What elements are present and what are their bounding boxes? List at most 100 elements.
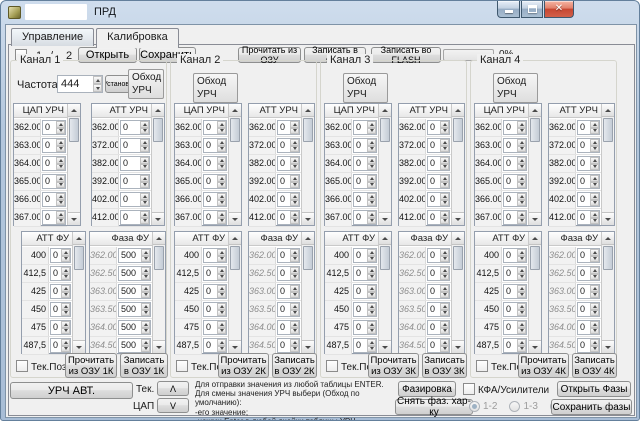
scroll-up-icon[interactable]: [529, 104, 541, 117]
spinner-down-button[interactable]: [217, 163, 226, 170]
value-spinner[interactable]: 0: [42, 156, 66, 171]
value-spinner[interactable]: 0: [427, 192, 450, 207]
table-scrollbar[interactable]: [378, 232, 391, 353]
read-ram-channel-button[interactable]: Прочитать из ОЗУ 4К: [518, 353, 569, 378]
scroll-thumb[interactable]: [69, 118, 79, 142]
scroll-down-icon[interactable]: [379, 212, 391, 225]
scroll-thumb[interactable]: [603, 118, 613, 142]
close-button[interactable]: ✕: [544, 1, 574, 18]
value-spinner[interactable]: 0: [577, 192, 600, 207]
value-spinner[interactable]: 0: [203, 266, 227, 281]
scroll-thumb[interactable]: [530, 246, 540, 270]
take-phase-characteristic-button[interactable]: Снять фаз. хар-ку: [395, 396, 473, 418]
table-scrollbar[interactable]: [152, 232, 165, 353]
scroll-thumb[interactable]: [453, 118, 463, 142]
radio-1-3[interactable]: 1-3: [509, 401, 538, 412]
table-scrollbar[interactable]: [451, 104, 464, 225]
value-spinner[interactable]: 0: [503, 174, 527, 189]
value-spinner[interactable]: 0: [427, 284, 450, 299]
value-spinner[interactable]: 0: [50, 248, 71, 263]
spinner-down-button[interactable]: [517, 273, 526, 280]
read-ram-channel-button[interactable]: Прочитать из ОЗУ 2К: [218, 353, 269, 378]
scroll-thumb[interactable]: [603, 246, 613, 270]
spinner-down-button[interactable]: [217, 145, 226, 152]
value-spinner[interactable]: 0: [577, 320, 600, 335]
value-spinner[interactable]: 0: [503, 210, 527, 225]
spinner-down-button[interactable]: [367, 273, 376, 280]
spinner-down-button[interactable]: [367, 255, 376, 262]
scroll-down-icon[interactable]: [602, 212, 614, 225]
value-spinner[interactable]: 0: [203, 192, 227, 207]
value-spinner[interactable]: 0: [353, 192, 377, 207]
value-spinner[interactable]: 0: [42, 138, 66, 153]
current-position-checkbox[interactable]: Тек.Поз.: [16, 360, 69, 373]
spinner-down-button[interactable]: [517, 199, 526, 206]
value-spinner[interactable]: 0: [427, 156, 450, 171]
spinner-down-button[interactable]: [367, 327, 376, 334]
spinner-down-button[interactable]: [440, 291, 449, 298]
spinner-down-button[interactable]: [367, 163, 376, 170]
value-spinner[interactable]: 0: [503, 120, 527, 135]
value-spinner[interactable]: 500: [118, 266, 151, 281]
minimize-button[interactable]: [497, 1, 520, 18]
value-spinner[interactable]: 0: [42, 120, 66, 135]
scroll-down-icon[interactable]: [73, 340, 85, 353]
value-spinner[interactable]: 0: [277, 302, 300, 317]
spinner-down-button[interactable]: [590, 163, 599, 170]
spinner-down-button[interactable]: [440, 127, 449, 134]
spinner-down-button[interactable]: [61, 291, 70, 298]
value-spinner[interactable]: 0: [577, 248, 600, 263]
value-spinner[interactable]: 0: [577, 210, 600, 225]
spinner-down-button[interactable]: [217, 199, 226, 206]
value-spinner[interactable]: 0: [503, 266, 527, 281]
spinner-down-button[interactable]: [217, 217, 226, 224]
value-spinner[interactable]: 0: [503, 192, 527, 207]
spinner-down-button[interactable]: [141, 309, 150, 316]
spinner-down-button[interactable]: [290, 309, 299, 316]
spinner-down-button[interactable]: [140, 163, 149, 170]
spinner-down-button[interactable]: [440, 217, 449, 224]
scroll-down-icon[interactable]: [68, 212, 80, 225]
scroll-thumb[interactable]: [74, 246, 84, 270]
spinner-down-button[interactable]: [440, 255, 449, 262]
table-scrollbar[interactable]: [601, 104, 614, 225]
spinner-down-button[interactable]: [217, 127, 226, 134]
spinner-down-button[interactable]: [140, 181, 149, 188]
spinner-down-button[interactable]: [367, 217, 376, 224]
value-spinner[interactable]: 0: [203, 248, 227, 263]
scroll-up-icon[interactable]: [379, 232, 391, 245]
table-scrollbar[interactable]: [301, 104, 314, 225]
table-scrollbar[interactable]: [151, 104, 164, 225]
spinner-down-button[interactable]: [290, 217, 299, 224]
tab-upravlenie[interactable]: Управление: [11, 28, 95, 46]
open-phases-button[interactable]: Открыть Фазы: [557, 381, 631, 397]
spinner-down-button[interactable]: [440, 273, 449, 280]
value-spinner[interactable]: 0: [50, 266, 71, 281]
bypass-urch-button[interactable]: Обход УРЧ: [193, 73, 238, 103]
value-spinner[interactable]: 0: [203, 174, 227, 189]
value-spinner[interactable]: 0: [120, 138, 150, 153]
frequency-spin-up-button[interactable]: [93, 76, 102, 84]
value-spinner[interactable]: 0: [353, 320, 377, 335]
value-spinner[interactable]: 0: [577, 138, 600, 153]
scroll-up-icon[interactable]: [602, 104, 614, 117]
spinner-down-button[interactable]: [440, 145, 449, 152]
scroll-up-icon[interactable]: [452, 104, 464, 117]
spinner-down-button[interactable]: [217, 291, 226, 298]
frequency-spin-down-button[interactable]: [93, 84, 102, 92]
value-spinner[interactable]: 0: [427, 120, 450, 135]
value-spinner[interactable]: 0: [277, 174, 300, 189]
scroll-up-icon[interactable]: [302, 104, 314, 117]
scroll-thumb[interactable]: [230, 246, 240, 270]
spinner-down-button[interactable]: [590, 217, 599, 224]
spinner-down-button[interactable]: [61, 345, 70, 352]
table-scrollbar[interactable]: [228, 104, 241, 225]
spinner-down-button[interactable]: [517, 217, 526, 224]
scroll-thumb[interactable]: [154, 246, 164, 270]
spinner-down-button[interactable]: [517, 163, 526, 170]
value-spinner[interactable]: 0: [353, 174, 377, 189]
value-spinner[interactable]: 0: [120, 120, 150, 135]
value-spinner[interactable]: 0: [353, 156, 377, 171]
spinner-down-button[interactable]: [590, 273, 599, 280]
scroll-down-icon[interactable]: [153, 340, 165, 353]
